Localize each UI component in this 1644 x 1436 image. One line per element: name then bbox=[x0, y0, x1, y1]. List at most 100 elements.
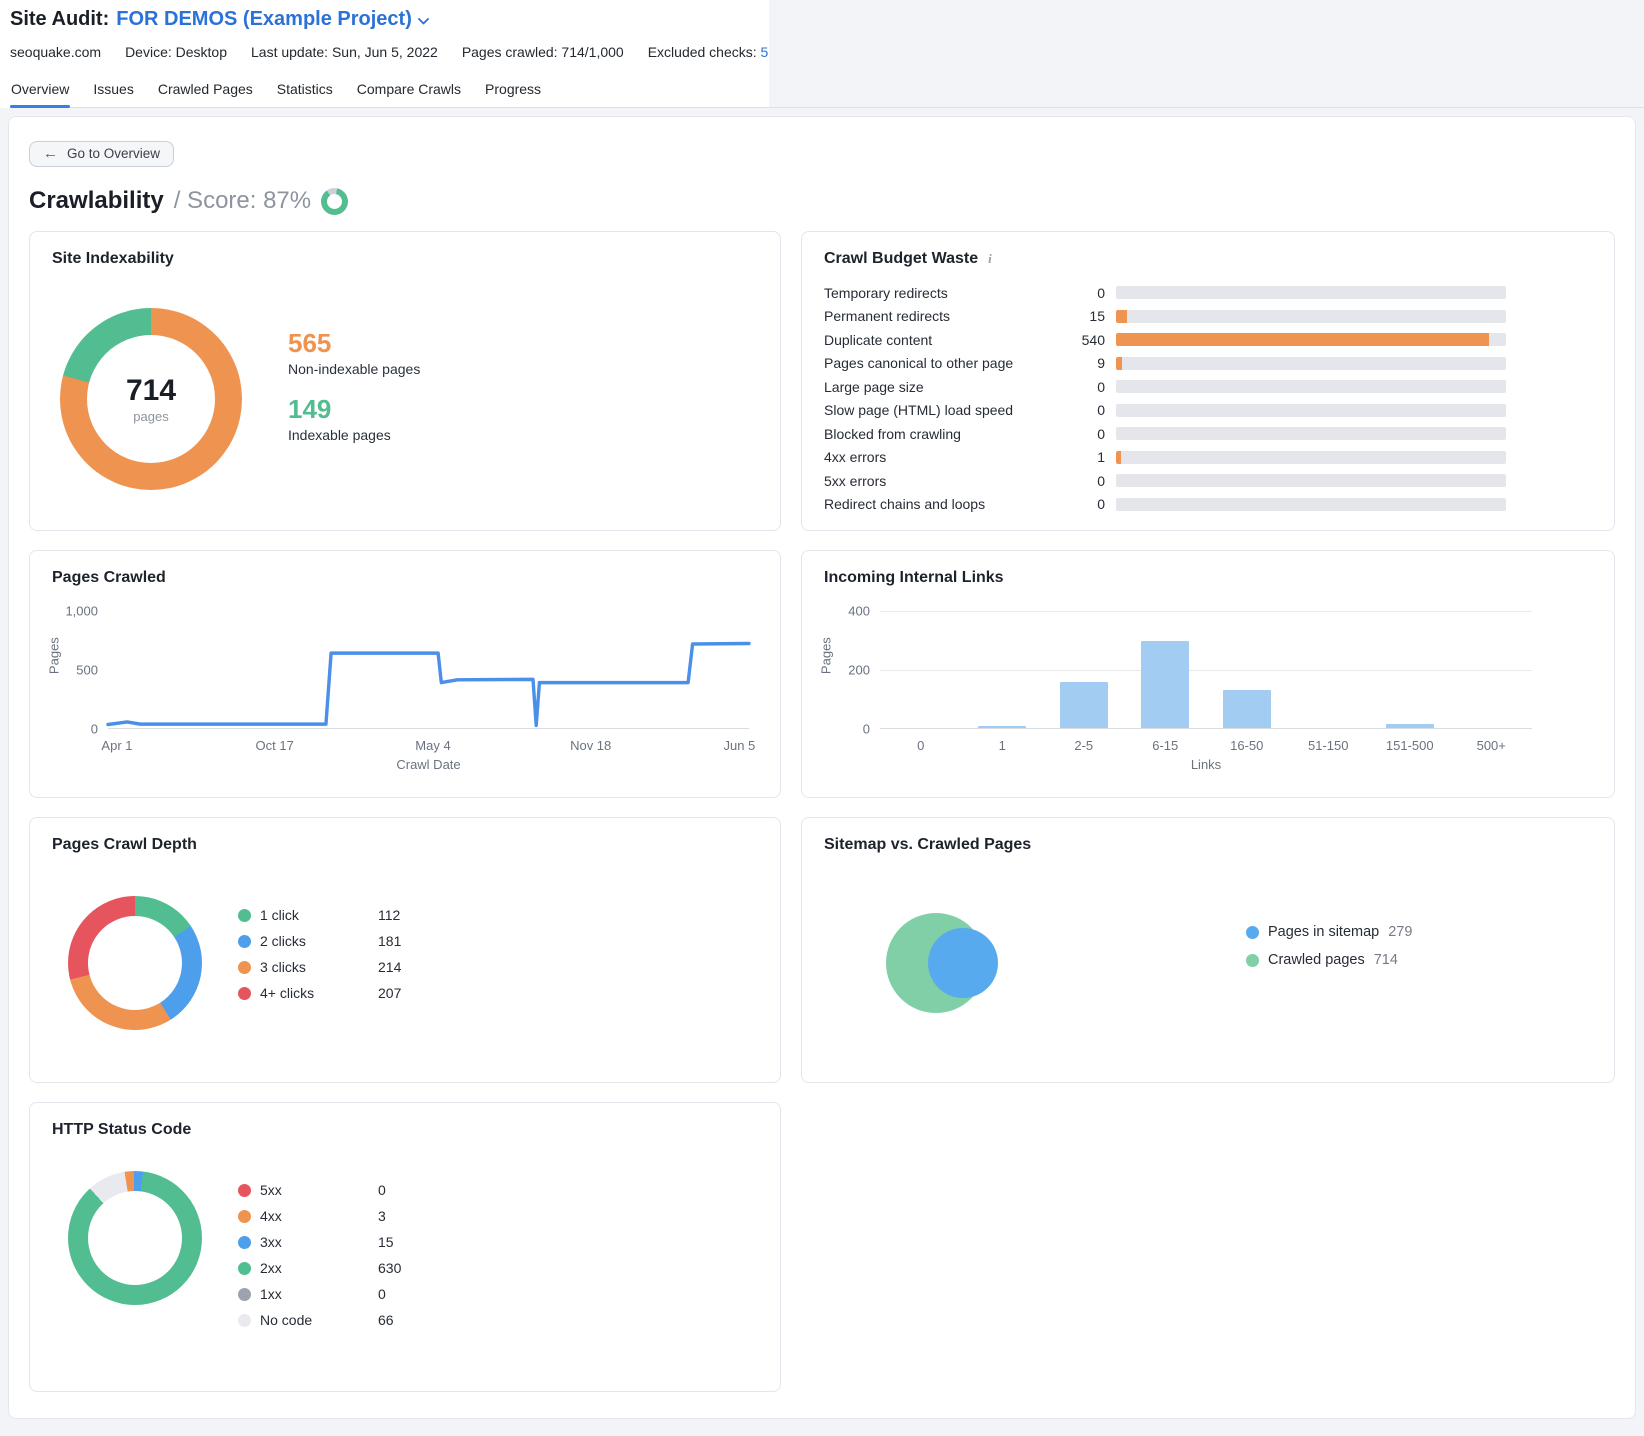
page-header: Site Audit: FOR DEMOS (Example Project) … bbox=[0, 0, 1644, 108]
page-title: Crawlability bbox=[29, 187, 164, 215]
legend-value: 214 bbox=[356, 959, 401, 975]
legend-label: 2xx bbox=[260, 1260, 356, 1276]
x-axis-tick: 0 bbox=[917, 738, 924, 753]
legend-value: 15 bbox=[356, 1234, 401, 1250]
budget-row: Slow page (HTML) load speed 0 bbox=[824, 399, 1506, 423]
tab-overview[interactable]: Overview bbox=[10, 75, 70, 107]
tab-issues[interactable]: Issues bbox=[92, 75, 134, 107]
legend-value: 0 bbox=[356, 1286, 401, 1302]
legend-item: 1 click112 bbox=[238, 902, 401, 928]
legend-value: 207 bbox=[356, 985, 401, 1001]
budget-row-bar-fill bbox=[1116, 310, 1127, 323]
pages-crawled-series-line bbox=[108, 644, 749, 726]
info-icon[interactable]: i bbox=[986, 251, 994, 267]
budget-row-label: Slow page (HTML) load speed bbox=[824, 402, 1059, 418]
venn-legend-value: 279 bbox=[1388, 924, 1412, 940]
bar bbox=[1141, 641, 1189, 728]
budget-row-bar-track bbox=[1116, 333, 1506, 346]
card-pages-crawled: Pages Crawled 05001,000PagesApr 1Oct 17M… bbox=[29, 550, 781, 798]
y-axis-tick: 400 bbox=[824, 604, 870, 619]
venn-legend-value: 714 bbox=[1374, 952, 1398, 968]
budget-row-label: Large page size bbox=[824, 379, 1059, 395]
site-indexability-stats: 565 Non-indexable pages 149 Indexable pa… bbox=[288, 330, 420, 490]
card-title: Pages Crawled bbox=[52, 569, 758, 587]
legend-label: 1xx bbox=[260, 1286, 356, 1302]
budget-row-bar-track bbox=[1116, 474, 1506, 487]
budget-row-bar-track bbox=[1116, 310, 1506, 323]
budget-row-label: Blocked from crawling bbox=[824, 426, 1059, 442]
card-sitemap-vs-crawled: Sitemap vs. Crawled Pages Pages in sitem… bbox=[801, 817, 1615, 1083]
go-to-overview-button[interactable]: ← Go to Overview bbox=[29, 141, 174, 167]
legend-item: 3 clicks214 bbox=[238, 954, 401, 980]
total-pages-label: pages bbox=[133, 409, 168, 424]
budget-row: 4xx errors1 bbox=[824, 446, 1506, 470]
bar bbox=[1386, 724, 1434, 728]
x-axis-tick: 500+ bbox=[1477, 738, 1506, 753]
x-axis-tick: Oct 17 bbox=[256, 738, 294, 753]
bar-plot-area bbox=[880, 611, 1532, 729]
bar-slot bbox=[1125, 641, 1207, 728]
legend-item: 2 clicks181 bbox=[238, 928, 401, 954]
budget-row-bar-track bbox=[1116, 286, 1506, 299]
tabs: Overview Issues Crawled Pages Statistics Com… bbox=[10, 75, 1644, 108]
budget-row-value: 15 bbox=[1070, 308, 1105, 324]
budget-row-bar-track bbox=[1116, 357, 1506, 370]
budget-row-value: 0 bbox=[1070, 426, 1105, 442]
site-indexability-donut-chart: 714 pages bbox=[60, 308, 242, 490]
x-axis-tick: Nov 18 bbox=[570, 738, 611, 753]
legend-dot-3xx bbox=[238, 1236, 251, 1249]
legend-item: 1xx0 bbox=[238, 1281, 401, 1307]
x-axis-label: Crawl Date bbox=[396, 757, 460, 772]
domain-label: seoquake.com bbox=[10, 44, 101, 60]
x-axis-tick: 2-5 bbox=[1074, 738, 1093, 753]
project-selector[interactable]: FOR DEMOS (Example Project) bbox=[116, 8, 429, 31]
excluded-checks-link[interactable]: 5 bbox=[761, 44, 769, 60]
excluded-checks: Excluded checks: 5 bbox=[648, 44, 769, 60]
total-pages-value: 714 bbox=[126, 374, 176, 407]
gridline bbox=[880, 611, 1532, 612]
legend-dot-4-clicks bbox=[238, 987, 251, 1000]
bar bbox=[1223, 690, 1271, 728]
x-axis-tick: 6-15 bbox=[1152, 738, 1178, 753]
bar-slot bbox=[962, 726, 1044, 729]
budget-row-label: 5xx errors bbox=[824, 473, 1059, 489]
legend-value: 630 bbox=[356, 1260, 401, 1276]
indexable-value: 149 bbox=[288, 396, 420, 422]
incoming-links-bar-chart: 012-56-1516-5051-150151-500500+0200400Pa… bbox=[824, 597, 1592, 769]
budget-row-value: 540 bbox=[1070, 332, 1105, 348]
non-indexable-value: 565 bbox=[288, 330, 420, 356]
legend-label: 2 clicks bbox=[260, 933, 356, 949]
tab-compare-crawls[interactable]: Compare Crawls bbox=[356, 75, 462, 107]
audit-meta-row: seoquake.com Device: Desktop Last update… bbox=[10, 44, 1644, 60]
non-indexable-label: Non-indexable pages bbox=[288, 361, 420, 377]
tab-crawled-pages[interactable]: Crawled Pages bbox=[157, 75, 254, 107]
crawl-budget-rows: Temporary redirects0Permanent redirects1… bbox=[824, 281, 1506, 516]
venn-legend-item: Crawled pages714 bbox=[1246, 946, 1412, 974]
card-title: HTTP Status Code bbox=[52, 1121, 758, 1139]
card-title: Pages Crawl Depth bbox=[52, 836, 758, 854]
tab-statistics[interactable]: Statistics bbox=[276, 75, 334, 107]
legend-dot-3-clicks bbox=[238, 961, 251, 974]
legend-label: 4+ clicks bbox=[260, 985, 356, 1001]
legend-dot-4xx bbox=[238, 1210, 251, 1223]
pages-crawled-line-svg bbox=[108, 611, 749, 728]
budget-row-label: Temporary redirects bbox=[824, 285, 1059, 301]
tab-progress[interactable]: Progress bbox=[484, 75, 542, 107]
card-incoming-internal-links: Incoming Internal Links 012-56-1516-5051… bbox=[801, 550, 1615, 798]
x-axis-label: Links bbox=[1191, 757, 1221, 772]
pages-crawled-line-chart: 05001,000PagesApr 1Oct 17May 4Nov 18Jun … bbox=[52, 597, 758, 769]
site-indexability-body: 714 pages 565 Non-indexable pages 149 In… bbox=[52, 268, 758, 490]
y-axis-tick: 0 bbox=[824, 722, 870, 737]
legend-label: 3 clicks bbox=[260, 959, 356, 975]
budget-row: 5xx errors0 bbox=[824, 469, 1506, 493]
legend-label: 4xx bbox=[260, 1208, 356, 1224]
go-to-overview-label: Go to Overview bbox=[67, 146, 160, 161]
legend-item: 4xx3 bbox=[238, 1203, 401, 1229]
legend-value: 66 bbox=[356, 1312, 401, 1328]
x-axis-tick: 1 bbox=[999, 738, 1006, 753]
y-axis-tick: 1,000 bbox=[52, 604, 98, 619]
legend-value: 3 bbox=[356, 1208, 401, 1224]
legend-dot-2xx bbox=[238, 1262, 251, 1275]
left-arrow-icon: ← bbox=[43, 146, 58, 161]
budget-row-value: 0 bbox=[1070, 402, 1105, 418]
